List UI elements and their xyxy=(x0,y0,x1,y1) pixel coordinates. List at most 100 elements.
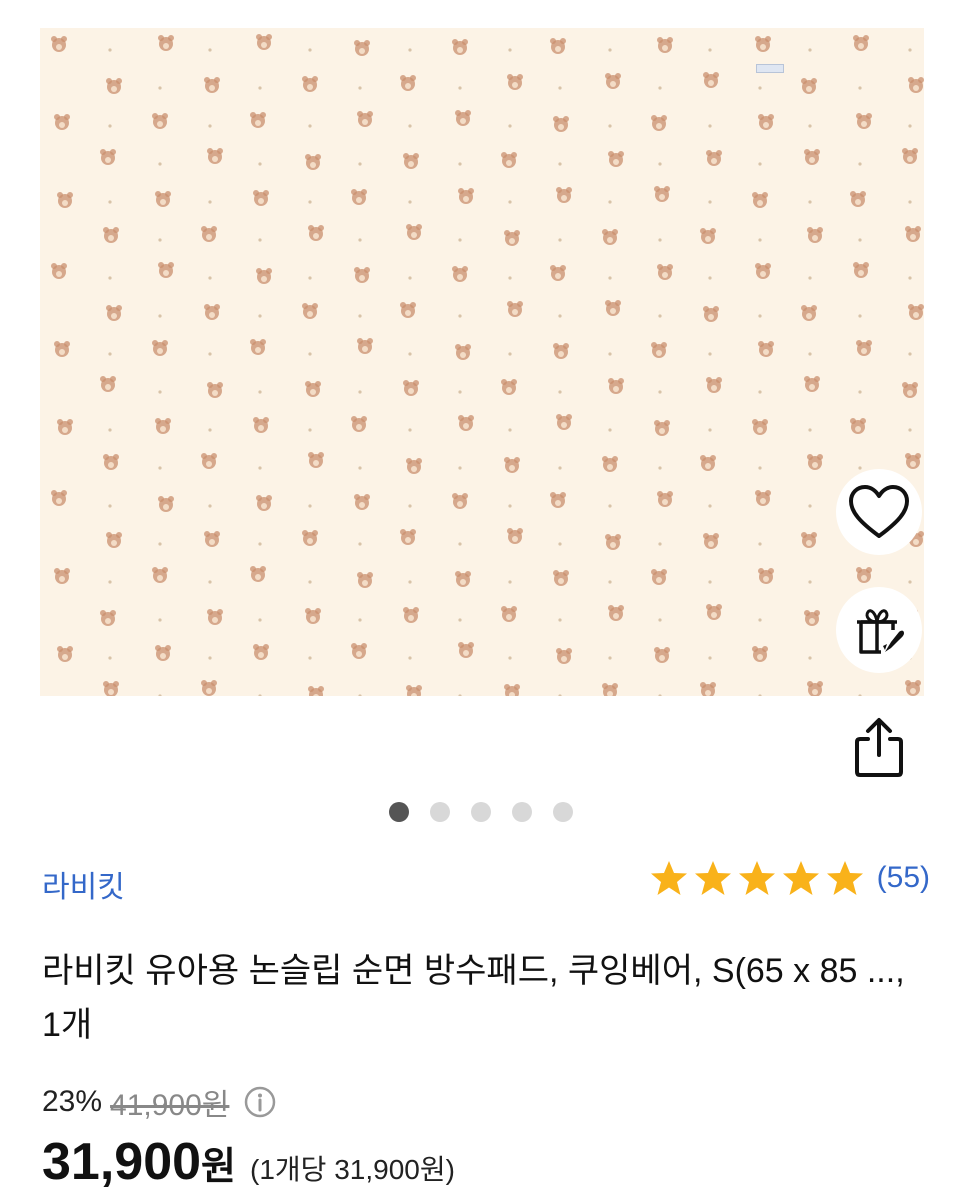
unit-price: (1개당 31,900원) xyxy=(250,1154,455,1185)
pattern-dot xyxy=(158,314,162,318)
pattern-dot xyxy=(508,200,512,204)
bear-motif xyxy=(152,567,168,583)
bear-motif xyxy=(207,148,223,164)
star-rating xyxy=(649,858,865,898)
pattern-dot xyxy=(308,580,312,584)
pattern-dot xyxy=(458,162,462,166)
bear-motif xyxy=(605,534,621,550)
bear-motif xyxy=(158,35,174,51)
wishlist-button[interactable] xyxy=(836,469,922,555)
bear-motif xyxy=(654,186,670,202)
pattern-dot xyxy=(608,580,612,584)
carousel-dot[interactable] xyxy=(430,802,450,822)
carousel-dot[interactable] xyxy=(471,802,491,822)
bear-motif xyxy=(556,414,572,430)
bear-motif xyxy=(51,490,67,506)
rating[interactable]: (55) xyxy=(649,858,930,898)
bear-motif xyxy=(155,418,171,434)
bear-motif xyxy=(458,642,474,658)
pattern-dot xyxy=(308,352,312,356)
bear-motif xyxy=(201,680,217,696)
bear-motif xyxy=(308,225,324,241)
pattern-dot xyxy=(308,200,312,204)
bear-motif xyxy=(152,113,168,129)
pattern-dot xyxy=(108,428,112,432)
bear-motif xyxy=(54,114,70,130)
pattern-dot xyxy=(458,542,462,546)
pattern-dot xyxy=(558,618,562,622)
pattern-dot xyxy=(708,656,712,660)
pattern-dot xyxy=(908,428,912,432)
pattern-dot xyxy=(708,276,712,280)
pattern-dot xyxy=(308,428,312,432)
pattern-dot xyxy=(108,276,112,280)
bear-motif xyxy=(403,607,419,623)
pattern-dot xyxy=(858,86,862,90)
pattern-dot xyxy=(508,504,512,508)
pattern-dot xyxy=(258,390,262,394)
pattern-dot xyxy=(358,314,362,318)
share-button[interactable] xyxy=(836,704,922,790)
pattern-dot xyxy=(808,656,812,660)
pattern-dot xyxy=(108,200,112,204)
bear-motif xyxy=(654,420,670,436)
gift-button[interactable] xyxy=(836,587,922,673)
bear-motif xyxy=(256,268,272,284)
pattern-dot xyxy=(608,124,612,128)
pattern-dot xyxy=(758,314,762,318)
bear-motif xyxy=(608,605,624,621)
pattern-dot xyxy=(208,124,212,128)
pattern-dot xyxy=(458,618,462,622)
carousel-dot[interactable] xyxy=(389,802,409,822)
pattern-dot xyxy=(408,504,412,508)
discount-rate: 23% xyxy=(42,1085,103,1118)
pattern-dot xyxy=(408,276,412,280)
bear-motif xyxy=(807,227,823,243)
bear-motif xyxy=(51,263,67,279)
pattern-dot xyxy=(908,200,912,204)
pattern-dot xyxy=(758,542,762,546)
pattern-dot xyxy=(458,390,462,394)
bear-motif xyxy=(305,608,321,624)
bear-motif xyxy=(905,453,921,469)
bear-motif xyxy=(703,533,719,549)
star-icon xyxy=(650,861,687,895)
pattern-dot xyxy=(708,428,712,432)
pattern-dot xyxy=(208,656,212,660)
pattern-dot xyxy=(208,428,212,432)
pattern-dot xyxy=(158,694,162,696)
pattern-dot xyxy=(208,48,212,52)
pattern-dot xyxy=(858,390,862,394)
bear-motif xyxy=(305,381,321,397)
info-icon[interactable] xyxy=(243,1085,277,1119)
pattern-dot xyxy=(458,86,462,90)
bear-motif xyxy=(458,188,474,204)
pattern-dot xyxy=(208,504,212,508)
pattern-dot xyxy=(708,124,712,128)
pattern-dot xyxy=(758,162,762,166)
pattern-dot xyxy=(558,390,562,394)
pattern-dot xyxy=(758,694,762,696)
pattern-dot xyxy=(408,656,412,660)
product-image[interactable] xyxy=(40,28,924,696)
pattern-dot xyxy=(658,618,662,622)
bear-motif xyxy=(54,568,70,584)
brand-link[interactable]: 라비킷 xyxy=(42,862,125,906)
pattern-dot xyxy=(608,352,612,356)
bear-motif xyxy=(553,116,569,132)
review-count[interactable]: (55) xyxy=(877,861,930,895)
carousel-dot[interactable] xyxy=(553,802,573,822)
bear-motif xyxy=(706,377,722,393)
pattern-dot xyxy=(658,694,662,696)
bear-motif xyxy=(902,382,918,398)
pattern-dot xyxy=(458,694,462,696)
pattern-dot xyxy=(508,276,512,280)
bear-motif xyxy=(856,340,872,356)
bear-motif xyxy=(905,226,921,242)
pattern-dot xyxy=(758,238,762,242)
pattern-dot xyxy=(158,162,162,166)
carousel-dot[interactable] xyxy=(512,802,532,822)
pattern-dot xyxy=(608,656,612,660)
bear-motif xyxy=(703,72,719,88)
product-title: 라비킷 유아용 논슬립 순면 방수패드, 쿠잉베어, S(65 x 85 ...… xyxy=(42,952,905,1044)
